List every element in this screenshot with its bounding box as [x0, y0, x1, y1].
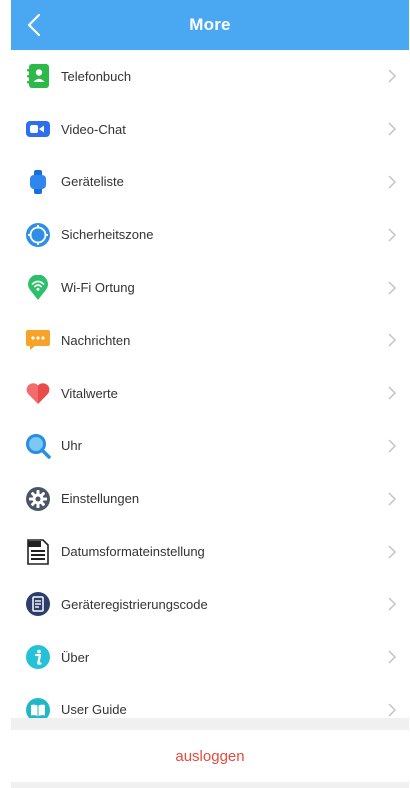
chevron-right-icon	[388, 492, 397, 506]
chevron-right-icon	[388, 333, 397, 347]
menu-item-label: Geräteregistrierungscode	[61, 596, 208, 612]
chevron-right-icon	[388, 703, 397, 717]
menu-item-label: Sicherheitszone	[61, 227, 154, 243]
menu-item-label: Einstellungen	[61, 491, 140, 507]
menu-item-video-chat[interactable]: Video-Chat	[11, 103, 409, 156]
menu-list: Telefonbuch Video-Chat Geräteliste Siche…	[11, 50, 409, 736]
menu-item-date-format[interactable]: Datumsformateinstellung	[11, 525, 409, 578]
page-title: More	[189, 15, 231, 34]
bottom-divider	[11, 782, 409, 788]
menu-item-label: Datumsformateinstellung	[61, 544, 205, 560]
menu-item-watch[interactable]: Uhr	[11, 420, 409, 473]
document-icon	[25, 591, 51, 617]
heart-icon	[25, 380, 51, 406]
menu-item-label: Video-Chat	[61, 121, 126, 137]
menu-item-device-list[interactable]: Geräteliste	[11, 156, 409, 209]
smartwatch-icon	[25, 169, 51, 195]
chevron-right-icon	[388, 439, 397, 453]
magnifier-icon	[25, 433, 51, 459]
chevron-left-icon[interactable]	[25, 13, 43, 37]
menu-item-vitals[interactable]: Vitalwerte	[11, 367, 409, 420]
chevron-right-icon	[388, 545, 397, 559]
safe-zone-icon	[25, 222, 51, 248]
message-icon	[25, 327, 51, 353]
dat-file-icon	[25, 538, 51, 565]
chevron-right-icon	[388, 175, 397, 189]
more-screen: More Telefonbuch Video-Chat Geräteliste …	[11, 0, 409, 788]
wifi-location-icon	[25, 274, 51, 301]
chevron-right-icon	[388, 650, 397, 664]
menu-item-phonebook[interactable]: Telefonbuch	[11, 50, 409, 103]
chevron-right-icon	[388, 597, 397, 611]
header-bar: More	[11, 0, 409, 50]
menu-item-registration-code[interactable]: Geräteregistrierungscode	[11, 578, 409, 631]
menu-item-label: Uhr	[61, 438, 82, 454]
chevron-right-icon	[388, 122, 397, 136]
logout-button[interactable]: ausloggen	[11, 730, 409, 782]
section-divider	[11, 718, 409, 730]
video-camera-icon	[25, 116, 51, 142]
chevron-right-icon	[388, 281, 397, 295]
info-icon	[25, 644, 51, 670]
menu-item-label: Geräteliste	[61, 174, 124, 190]
menu-item-label: Vitalwerte	[61, 385, 118, 401]
menu-item-wifi-location[interactable]: Wi-Fi Ortung	[11, 261, 409, 314]
menu-item-label: Über	[61, 649, 90, 665]
menu-item-about[interactable]: Über	[11, 631, 409, 684]
menu-item-label: Wi-Fi Ortung	[61, 280, 135, 296]
chevron-right-icon	[388, 386, 397, 400]
gear-icon	[25, 486, 51, 512]
chevron-right-icon	[388, 228, 397, 242]
menu-item-settings[interactable]: Einstellungen	[11, 472, 409, 525]
menu-item-safe-zone[interactable]: Sicherheitszone	[11, 208, 409, 261]
chevron-right-icon	[388, 69, 397, 83]
menu-item-label: User Guide	[61, 702, 127, 718]
menu-item-label: Telefonbuch	[61, 68, 132, 84]
menu-item-label: Nachrichten	[61, 332, 131, 348]
phonebook-icon	[25, 63, 51, 89]
menu-item-messages[interactable]: Nachrichten	[11, 314, 409, 367]
